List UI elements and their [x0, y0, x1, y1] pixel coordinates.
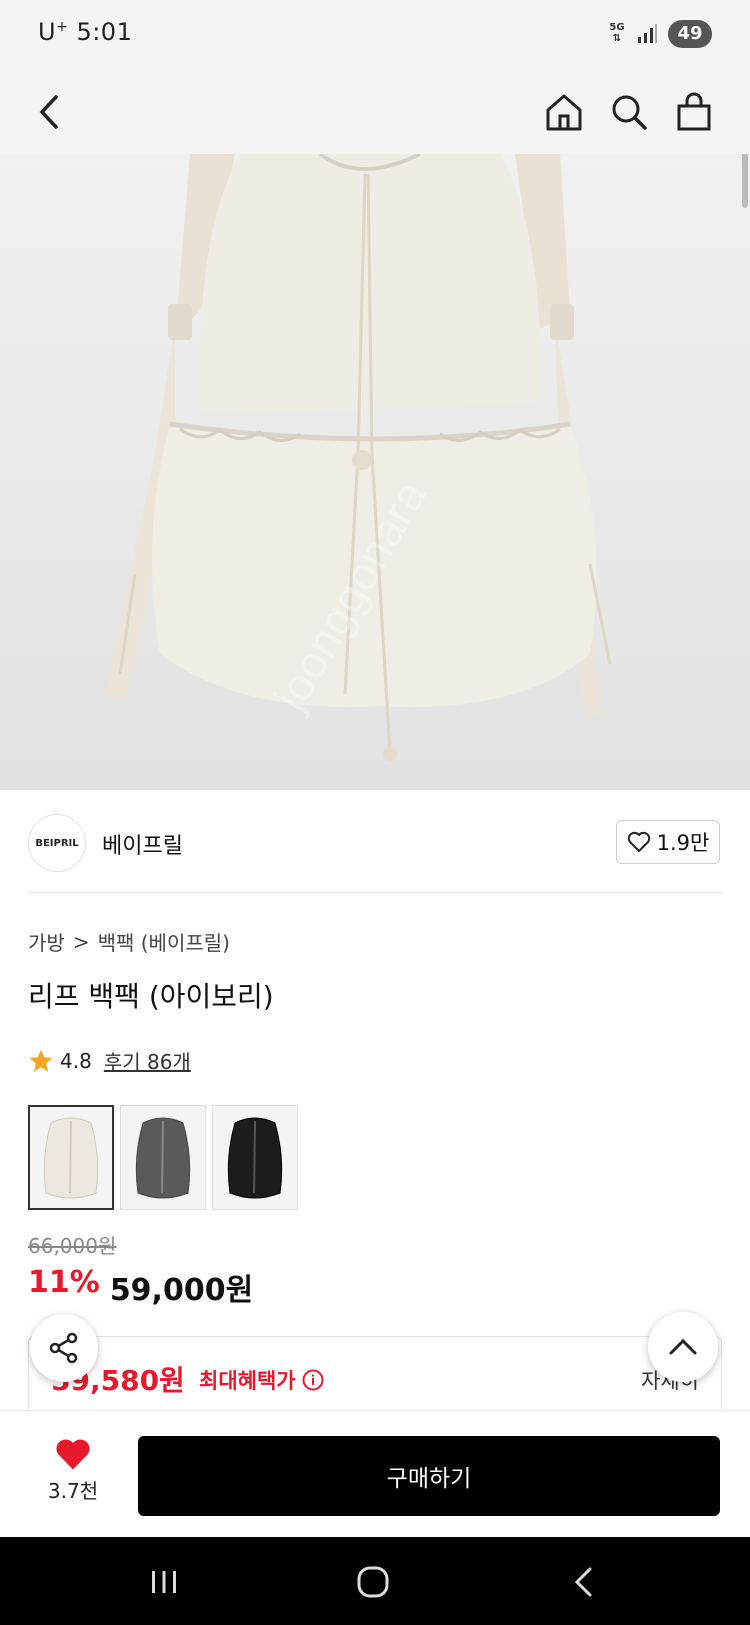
search-button[interactable] — [601, 84, 657, 140]
back-button[interactable] — [22, 84, 78, 140]
product-title: 리프 백팩 (아이보리) — [28, 980, 274, 1013]
recent-apps-icon — [152, 1571, 176, 1593]
sale-price: 59,000원 — [109, 1273, 254, 1308]
battery-icon: 49 — [668, 20, 712, 48]
heart-filled-icon — [56, 1439, 90, 1470]
home-icon — [546, 94, 582, 131]
network-5g-icon: 5G ⇅ — [609, 22, 625, 44]
home-circle-icon — [357, 1566, 389, 1598]
breadcrumb-separator: > — [72, 929, 90, 954]
seller-name[interactable]: 베이프릴 — [102, 828, 183, 860]
carrier-time: U+ 5:01 — [38, 18, 132, 46]
max-benefit-box[interactable]: 59,580원 최대혜택가 자세히 — [28, 1336, 722, 1416]
home-button[interactable] — [536, 84, 592, 140]
scroll-to-top-button[interactable] — [648, 1312, 718, 1382]
chevron-left-icon — [39, 95, 58, 129]
top-app-bar — [0, 70, 750, 154]
color-option-ivory[interactable] — [28, 1105, 114, 1210]
shopping-bag-icon — [677, 92, 711, 131]
status-bar: U+ 5:01 5G ⇅ 49 — [0, 0, 750, 70]
network-label: 5G — [609, 22, 625, 33]
review-count-link[interactable]: 후기 86개 — [104, 1046, 191, 1075]
seller-like-button[interactable]: 1.9만 — [616, 820, 720, 864]
back-nav-button[interactable] — [554, 1557, 614, 1607]
benefit-label-text: 최대혜택가 — [199, 1369, 296, 1393]
cart-button[interactable] — [666, 84, 722, 140]
color-option-black[interactable] — [212, 1105, 298, 1210]
system-nav-bar — [0, 1537, 750, 1625]
breadcrumb: 가방 > 백팩 (베이프릴) — [28, 927, 230, 956]
purchase-bar: 3.7천 구매하기 — [0, 1410, 750, 1537]
backpack-thumbnail — [227, 1117, 283, 1198]
scroll-indicator — [742, 154, 748, 208]
seller-row[interactable]: BEIPRIL 베이프릴 1.9만 — [0, 790, 750, 894]
recent-apps-button[interactable] — [134, 1557, 194, 1607]
backpack-image: joonggonara — [105, 154, 612, 761]
signal-icon — [638, 24, 657, 43]
color-options — [28, 1105, 298, 1210]
benefit-label: 최대혜택가 — [199, 1365, 324, 1395]
buy-button[interactable]: 구매하기 — [138, 1436, 720, 1516]
rating-value: 4.8 — [60, 1048, 92, 1073]
divider — [28, 892, 722, 893]
heart-outline-icon — [627, 831, 650, 852]
breadcrumb-subcategory[interactable]: 백팩 (베이프릴) — [98, 927, 230, 956]
info-icon[interactable] — [302, 1369, 324, 1391]
wishlist-count: 3.7천 — [47, 1479, 99, 1503]
discount-rate: 11% — [28, 1265, 100, 1300]
share-button[interactable] — [30, 1314, 98, 1382]
backpack-thumbnail — [135, 1117, 191, 1198]
original-price: 66,000원 — [28, 1234, 117, 1258]
rating-row[interactable]: 4.8 후기 86개 — [28, 1046, 191, 1075]
chevron-up-icon — [669, 1338, 697, 1355]
price-row: 11% 59,000원 — [28, 1265, 253, 1309]
breadcrumb-category[interactable]: 가방 — [28, 927, 65, 956]
home-nav-button[interactable] — [343, 1557, 403, 1607]
search-icon — [612, 95, 647, 130]
backpack-thumbnail — [43, 1117, 99, 1198]
star-icon — [29, 1049, 53, 1072]
product-image[interactable]: joonggonara — [0, 154, 750, 790]
color-option-charcoal[interactable] — [120, 1105, 206, 1210]
wishlist-button[interactable]: 3.7천 — [30, 1437, 116, 1504]
seller-logo[interactable]: BEIPRIL — [28, 814, 86, 872]
clock: 5:01 — [76, 18, 133, 46]
share-icon — [49, 1332, 78, 1364]
carrier-label: U — [38, 18, 57, 46]
seller-like-count: 1.9만 — [656, 831, 710, 855]
carrier-plus: + — [56, 19, 69, 35]
back-arrow-icon — [574, 1567, 592, 1597]
